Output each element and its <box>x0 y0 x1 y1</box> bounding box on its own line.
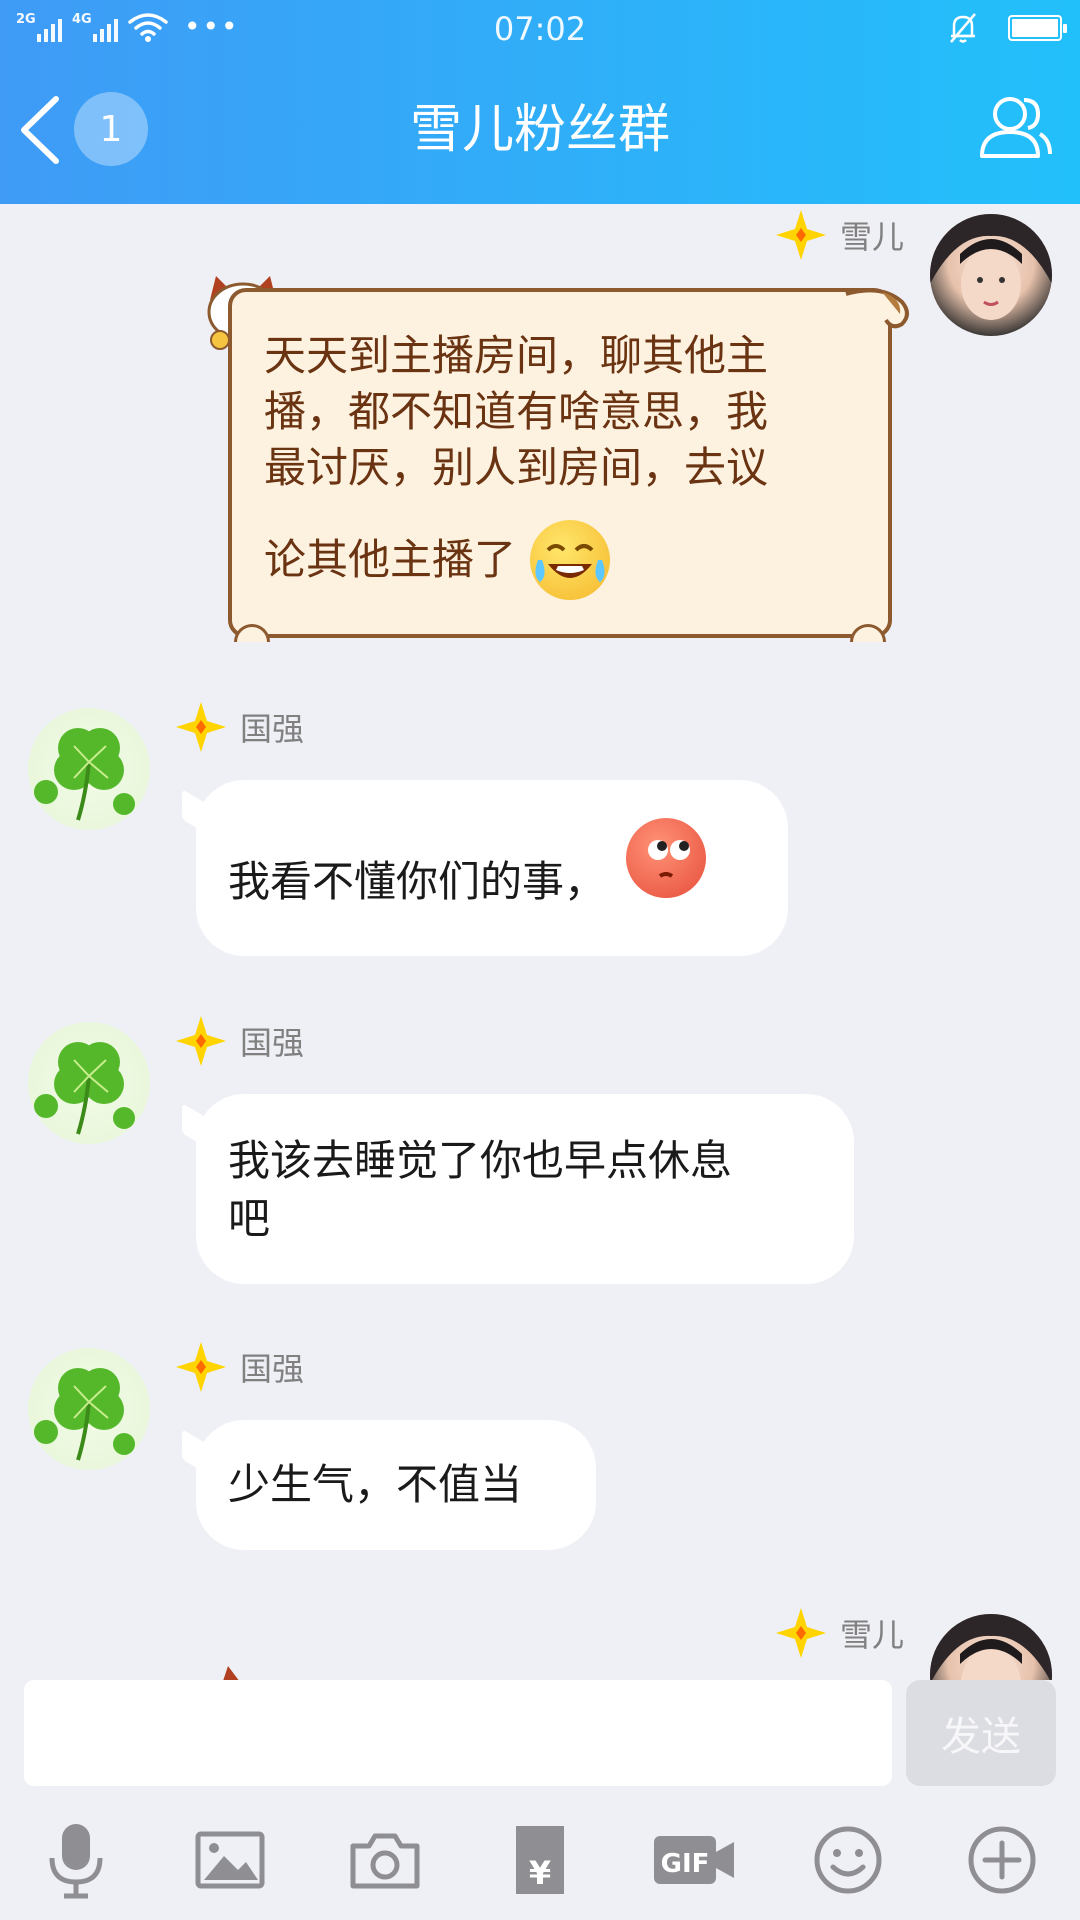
unread-count-badge: 1 <box>74 92 148 166</box>
message-bubble[interactable]: 少生气，不值当 <box>182 1420 596 1550</box>
more-button[interactable] <box>962 1820 1042 1900</box>
member-badge-icon <box>176 1016 226 1066</box>
bubble-tail <box>182 789 212 837</box>
message-line: 吧 <box>228 1194 271 1243</box>
notifications-muted-icon <box>950 13 976 43</box>
message-2: 国强 我看不懂你们的事， <box>0 694 1080 964</box>
sender-name: 国强 <box>240 710 305 748</box>
microphone-icon <box>49 1824 103 1899</box>
sender-row: 雪儿 <box>775 210 904 260</box>
clover-avatar-image <box>34 728 135 821</box>
sender-row: 雪儿 <box>775 1608 904 1658</box>
chevron-left-icon <box>21 96 59 164</box>
plus-icon <box>968 1826 1036 1894</box>
message-4: 国强 少生气，不值当 <box>0 1334 1080 1574</box>
members-icon[interactable] <box>974 88 1054 168</box>
status-bar: 2G 4G ••• 07:02 <box>0 0 1080 60</box>
camera-button[interactable] <box>345 1820 425 1900</box>
avatar[interactable] <box>930 1614 1052 1680</box>
avatar[interactable] <box>930 214 1052 336</box>
send-button[interactable]: 发送 <box>906 1680 1056 1786</box>
sender-name: 国强 <box>240 1024 305 1062</box>
message-line: 论其他主播了 <box>264 535 517 584</box>
scroll-message-bubble[interactable]: 天天到主播房间，聊其他主 播，都不知道有啥意思，我 最讨厌，别人到房间，去议 论… <box>228 288 892 638</box>
avatar-photo <box>930 1614 1052 1680</box>
avatar[interactable] <box>28 708 150 830</box>
red-packet-button[interactable]: ¥ <box>500 1820 580 1900</box>
sender-row: 国强 <box>176 1342 304 1392</box>
message-text: 我看不懂你们的事， <box>228 857 607 906</box>
member-badge-icon <box>775 1608 826 1658</box>
clover-avatar-image <box>34 1368 135 1461</box>
red-packet-icon: ¥ <box>516 1826 564 1894</box>
message-bubble[interactable]: 我该去睡觉了你也早点休息 吧 <box>182 1094 854 1284</box>
message-3: 国强 我该去睡觉了你也早点休息 吧 <box>0 1008 1080 1298</box>
image-icon <box>195 1831 265 1889</box>
laughing-tears-icon <box>530 520 611 600</box>
gif-label: GIF <box>661 1849 710 1879</box>
chat-area[interactable]: 雪儿 天天到主播房间，聊其他主 播，都不知道有啥意思，我 最讨厌，别人到房间，去… <box>0 204 1080 1680</box>
gif-icon: GIF <box>654 1836 734 1884</box>
page-title: 雪儿粉丝群 <box>409 100 670 160</box>
image-button[interactable] <box>190 1820 270 1900</box>
bubble-tail <box>182 1429 212 1477</box>
camera-icon <box>350 1833 420 1889</box>
scroll-curl-decoration <box>845 288 909 329</box>
input-area: 发送 ¥ GIF <box>0 1680 1080 1920</box>
avatar[interactable] <box>28 1022 150 1144</box>
embarrassed-face-icon <box>626 818 707 898</box>
message-text: 少生气，不值当 <box>228 1460 523 1509</box>
message-line: 天天到主播房间，聊其他主 <box>264 331 769 380</box>
emoji-button[interactable] <box>808 1820 888 1900</box>
voice-button[interactable] <box>36 1820 116 1900</box>
top-header: 2G 4G ••• 07:02 1 雪儿粉丝群 <box>0 0 1080 204</box>
battery-icon <box>1008 15 1067 41</box>
lucky-cat-icon <box>223 1666 239 1680</box>
status-right <box>948 12 1067 44</box>
yen-symbol: ¥ <box>529 1854 551 1892</box>
emoji-icon <box>814 1826 882 1894</box>
bubble-tail <box>182 1103 212 1151</box>
message-input[interactable] <box>24 1680 892 1786</box>
member-badge-icon <box>775 210 826 260</box>
gif-button[interactable]: GIF <box>652 1820 736 1900</box>
message-5: 雪儿 <box>0 1600 1080 1680</box>
message-line: 最讨厌，别人到房间，去议 <box>264 443 769 492</box>
clover-avatar-image <box>34 1042 135 1135</box>
sender-name: 雪儿 <box>839 218 904 256</box>
sender-row: 国强 <box>176 1016 304 1066</box>
sender-row: 国强 <box>176 702 304 752</box>
message-1: 雪儿 天天到主播房间，聊其他主 播，都不知道有啥意思，我 最讨厌，别人到房间，去… <box>0 204 1080 644</box>
status-time: 07:02 <box>493 10 587 48</box>
sender-name: 国强 <box>240 1350 305 1388</box>
sender-name: 雪儿 <box>839 1616 904 1654</box>
message-line: 我该去睡觉了你也早点休息 <box>228 1136 733 1185</box>
message-line-with-emoji: 论其他主播了 <box>264 520 856 600</box>
avatar-photo <box>930 214 1052 320</box>
back-button[interactable]: 1 <box>18 92 148 168</box>
avatar[interactable] <box>28 1348 150 1470</box>
message-line: 播，都不知道有啥意思，我 <box>264 387 769 436</box>
member-badge-icon <box>176 702 226 752</box>
message-bubble[interactable]: 我看不懂你们的事， <box>182 780 788 956</box>
input-toolbar: ¥ GIF <box>0 1820 1080 1910</box>
member-badge-icon <box>176 1342 226 1392</box>
